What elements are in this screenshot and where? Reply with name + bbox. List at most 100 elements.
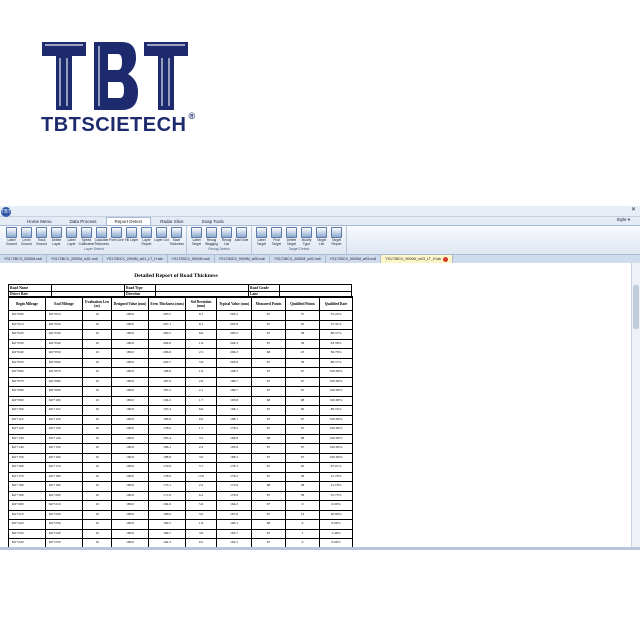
- table-cell: 186.1: [148, 443, 186, 454]
- table-cell: 0.9: [185, 414, 217, 425]
- point-line-button[interactable]: Point Line: [109, 227, 124, 246]
- ribbon-button-label: Label Target: [191, 238, 202, 246]
- table-cell: 2.2: [185, 481, 217, 492]
- track-ground-button[interactable]: Track Ground: [34, 227, 49, 246]
- table-header-row: Begin Mileage End Mileage Evaluation Len (…: [8, 296, 353, 311]
- table-cell: 67: [251, 405, 286, 416]
- vertical-scrollbar[interactable]: [631, 263, 640, 547]
- table-cell: K0+190: [45, 481, 83, 492]
- modify-type-icon: [301, 227, 312, 238]
- document-tab[interactable]: YS172BCX_9000M_w03_LT_H.lab: [381, 255, 454, 263]
- layer-report-button[interactable]: Layer Report: [139, 227, 154, 246]
- track-ground-icon: [36, 227, 47, 238]
- table-cell: K0+100: [45, 395, 83, 406]
- speed-calibration-button[interactable]: Speed Calibration: [79, 227, 94, 246]
- table-cell: 28: [285, 481, 320, 492]
- table-cell: K0+170: [8, 471, 46, 482]
- table-cell: 10: [82, 338, 112, 349]
- table-cell: 200.2: [216, 329, 252, 340]
- delete-layer-button[interactable]: Delete Layer: [49, 227, 64, 246]
- find-target-button[interactable]: Find Target: [269, 227, 284, 246]
- table-cell: 10: [82, 424, 112, 435]
- document-tab[interactable]: YS172BCX_9000M.mdl: [168, 255, 215, 263]
- fill-layer-button[interactable]: Fill Layer: [124, 227, 139, 246]
- calculate-thickness-button[interactable]: Calculate Thickness: [94, 227, 109, 246]
- table-cell: 166.7: [148, 528, 186, 539]
- table-cell: 6.6: [185, 405, 217, 416]
- modify-type-button[interactable]: Modify Type: [299, 227, 314, 246]
- table-cell: 37.31%: [319, 319, 353, 330]
- table-cell: 180.0: [111, 310, 149, 321]
- layer-report-icon: [141, 227, 152, 238]
- table-cell: 180.0: [111, 519, 149, 530]
- close-tab-icon[interactable]: [443, 256, 449, 262]
- column-header-designed-value-mm: Designed Value (mm): [111, 296, 149, 311]
- table-cell: 10: [82, 386, 112, 397]
- document-tab[interactable]: YS172BCX_9000M_w00.mdl: [215, 255, 271, 263]
- table-cell: 185.9: [216, 443, 252, 454]
- tab-radar-slice[interactable]: Radar Slice: [151, 217, 192, 225]
- table-cell: 10: [82, 471, 112, 482]
- tab-report-detect[interactable]: Report Detect: [105, 217, 152, 225]
- document-tab[interactable]: YS172BCX_2000M.mdl: [0, 255, 47, 263]
- table-cell: 202.2: [216, 310, 252, 321]
- table-cell: 2.2: [185, 443, 217, 454]
- table-cell: 0: [285, 500, 320, 511]
- document-tab[interactable]: YS172BCX_2000M_w01.mdl: [47, 255, 103, 263]
- table-cell: K0+200: [45, 490, 83, 501]
- table-cell: 10: [82, 395, 112, 406]
- label-target-button[interactable]: Label Target: [254, 227, 269, 246]
- target-report-button[interactable]: Target Report: [329, 227, 344, 246]
- document-tab-label: YS172BCX_9000M_w03_LT_H.lab: [385, 257, 442, 261]
- ribbon-button-label: Recog Wagging: [205, 238, 218, 246]
- save-thickness-button[interactable]: Save Thickness: [169, 227, 184, 246]
- table-cell: 10: [82, 452, 112, 463]
- level-ground-button[interactable]: Level Ground: [19, 227, 34, 246]
- table-cell: 2.8: [185, 376, 217, 387]
- close-window-button[interactable]: ✕: [631, 206, 636, 213]
- table-cell: 8.1: [185, 319, 217, 330]
- style-menu[interactable]: Style ▾: [616, 217, 630, 223]
- find-target-icon: [271, 227, 282, 238]
- table-cell: 97.01%: [319, 462, 353, 473]
- layer-list-button[interactable]: Layer List: [154, 227, 169, 246]
- table-cell: 3.5: [185, 433, 217, 444]
- table-cell: 67: [251, 376, 286, 387]
- tab-data-process[interactable]: Data Process: [61, 217, 106, 225]
- table-cell: 67: [251, 538, 286, 547]
- recog-wagging-button[interactable]: Recog Wagging: [204, 227, 219, 246]
- add-note-icon: [236, 227, 247, 238]
- recog-list-button[interactable]: Recog List: [219, 227, 234, 246]
- table-cell: K0+050: [45, 348, 83, 359]
- table-row: K0+230 K0+240 10 180.0 166.7 3.6 165.7 67 1 1.49%: [8, 528, 353, 539]
- tab-snap-tools[interactable]: Snap Tools: [193, 217, 233, 225]
- table-cell: 164.3: [148, 538, 186, 547]
- table-cell: 170.9: [216, 490, 252, 501]
- target-list-button[interactable]: Target List: [314, 227, 329, 246]
- table-cell: K0+090: [8, 395, 46, 406]
- table-row: K0+210 K0+220 10 180.0 168.6 5.0 167.6 67 14 20.9…: [8, 509, 353, 520]
- app-logo-icon[interactable]: TBT: [1, 207, 11, 217]
- label-layer-button[interactable]: Label Layer: [64, 227, 79, 246]
- table-cell: 10: [82, 490, 112, 501]
- tab-home-menu[interactable]: Home Menu: [18, 217, 61, 225]
- table-cell: 10: [82, 528, 112, 539]
- table-cell: 67: [285, 386, 320, 397]
- table-cell: 180.0: [111, 386, 149, 397]
- table-cell: K0+170: [45, 462, 83, 473]
- label-ground-button[interactable]: Label Ground: [4, 227, 19, 246]
- add-note-button[interactable]: Add Note: [234, 227, 249, 246]
- scrollbar-thumb[interactable]: [633, 285, 639, 329]
- table-cell: 0.00%: [319, 500, 353, 511]
- delete-target-button[interactable]: Delete Target: [284, 227, 299, 246]
- table-cell: K0+080: [45, 376, 83, 387]
- document-tab[interactable]: YS172BCX_2000M_w01_LT_H.lab: [103, 255, 168, 263]
- table-cell: 205.5: [148, 310, 186, 321]
- table-row: K0+030 K0+040 10 180.0 204.8 1.9 204.3 67 56 83.5…: [8, 338, 353, 349]
- table-cell: 10: [82, 376, 112, 387]
- table-cell: 197.4: [148, 405, 186, 416]
- ribbon-button-label: Speed Calibration: [78, 238, 95, 246]
- label-target-button[interactable]: Label Target: [189, 227, 204, 246]
- document-tab[interactable]: YS172BCX_9000M_w03.mdl: [326, 255, 382, 263]
- document-tab[interactable]: YS172BCX_2000M_w02.mdl: [270, 255, 326, 263]
